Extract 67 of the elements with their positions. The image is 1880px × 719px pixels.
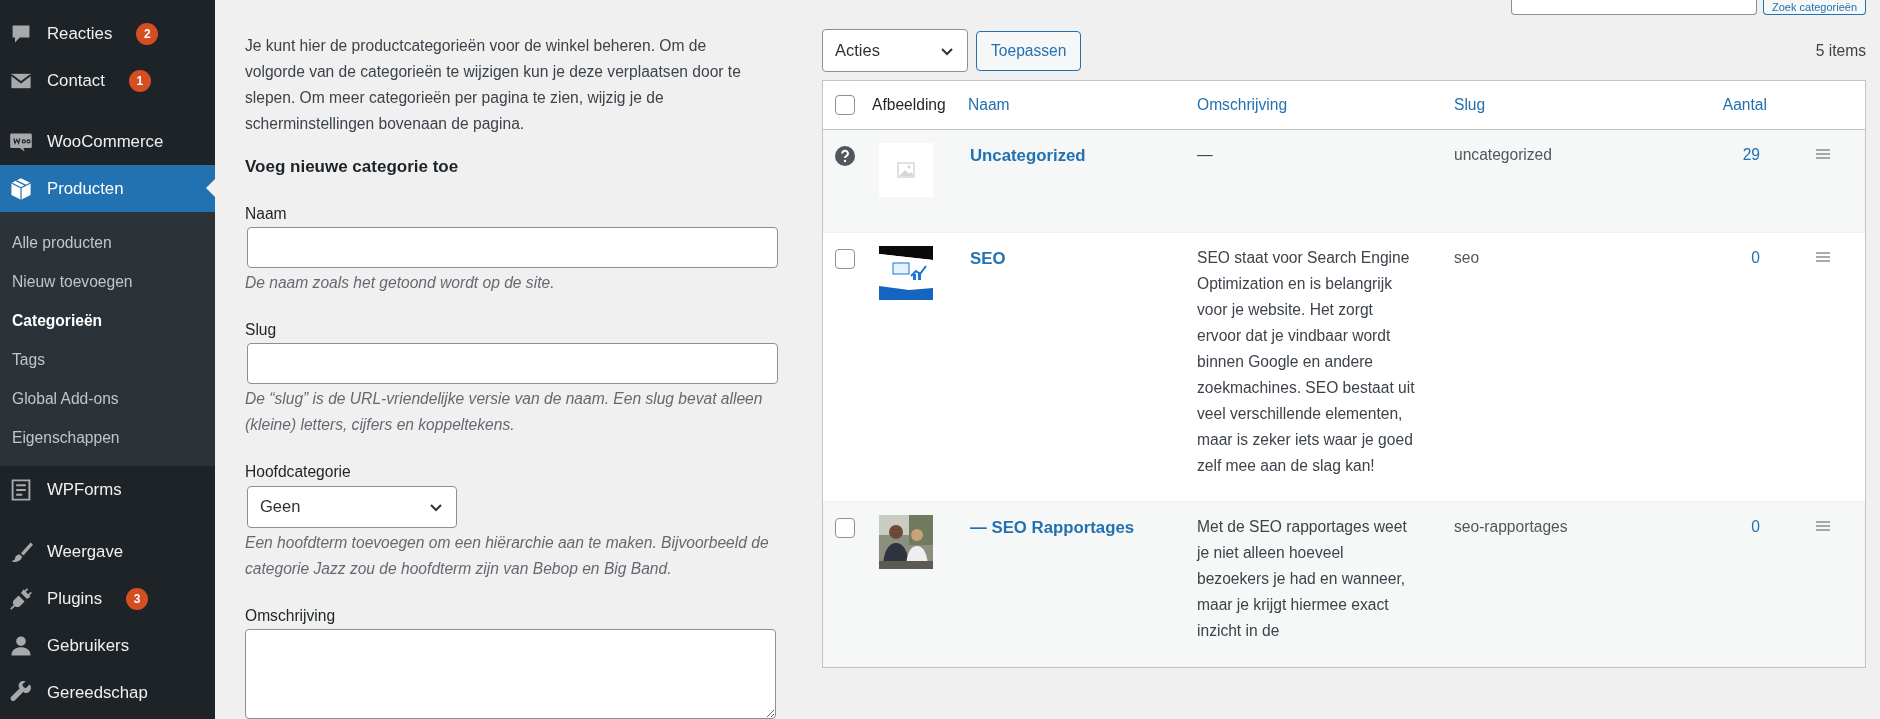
column-header-link[interactable]: Omschrijving: [1197, 93, 1454, 117]
category-name-link[interactable]: — SEO Rapportages: [970, 518, 1135, 537]
category-description: Met de SEO rapportages weet je niet alleen hoeveel bezoekers je had en wanneer, maar je krijgt hiermee exact inzicht in de: [1197, 517, 1408, 641]
section-heading: Voeg nieuwe categorie toe: [245, 156, 460, 178]
plug-icon: [9, 586, 33, 611]
row-checkbox[interactable]: [835, 249, 855, 269]
select-all-checkbox[interactable]: [835, 95, 855, 115]
category-description: SEO staat voor Search Engine Optimization en is belangrijk voor je website. Het zorgt ervoor dat je vindbaar wordt binnen Google en andere zoekmachines. SEO bestaat uit veel verschillende elementen, maar is zeker iets waar je goed zelf mee aan de slag kan!: [1197, 248, 1416, 476]
item-count: 5 items: [1815, 40, 1866, 61]
product-count-link[interactable]: 0: [1751, 249, 1760, 266]
column-header-link[interactable]: Aantal: [1690, 93, 1767, 117]
column-header-link[interactable]: Naam: [968, 93, 1197, 117]
sidebar-item[interactable]: Reacties 2: [0, 10, 215, 57]
category-name-link[interactable]: Uncategorized: [970, 146, 1086, 165]
field-label: Slug: [245, 319, 278, 340]
sidebar-item[interactable]: Gebruikers: [0, 622, 215, 669]
help-text: De “slug” is de URL-vriendelijke versie van de naam. Een slug bevat alleen (kleine) letters, cijfers en koppeltekens.: [245, 389, 764, 436]
field-label: Hoofdcategorie: [245, 462, 352, 483]
help-icon[interactable]: [835, 146, 855, 166]
column-header-link[interactable]: Slug: [1454, 93, 1690, 117]
textarea-field[interactable]: [245, 629, 776, 719]
submenu-item[interactable]: Tags: [0, 340, 215, 379]
intro-text: Je kunt hier de productcategorieën voor de winkel beheren. Om de volgorde van de categorieën te wijzigen kun je deze verplaatsen door te slepen. Om meer categorieën per pagina te zien, wijzig je de scherminstellingen bovenaan de pagina.: [245, 36, 742, 134]
apply-button[interactable]: Toepassen: [976, 30, 1082, 71]
sidebar-item[interactable]: Gereedschap: [0, 669, 215, 716]
search-categories-button[interactable]: Zoek categorieën: [1763, 0, 1866, 15]
category-slug: seo-rapportages: [1454, 518, 1568, 535]
notification-badge: 1: [128, 69, 151, 92]
current-marker-icon: [206, 179, 215, 197]
category-description: —: [1197, 145, 1214, 165]
search-field[interactable]: [1511, 0, 1757, 15]
category-name-link[interactable]: SEO: [970, 249, 1006, 268]
submenu-item[interactable]: Categorieën: [0, 301, 215, 340]
category-slug: seo: [1454, 249, 1480, 266]
submenu-item[interactable]: Alle producten: [0, 223, 215, 262]
notification-badge: 3: [126, 587, 149, 610]
input-field[interactable]: [247, 343, 778, 385]
category-slug: uncategorized: [1454, 146, 1552, 163]
field-label: Omschrijving: [245, 605, 337, 626]
submenu-item[interactable]: Global Add-ons: [0, 379, 215, 418]
product-count-link[interactable]: 0: [1751, 518, 1760, 535]
drag-handle-icon[interactable]: [1816, 252, 1830, 262]
sidebar-item[interactable]: WooCommerce: [0, 118, 215, 165]
column-header: Afbeelding: [872, 95, 947, 116]
sidebar-item[interactable]: Weergave: [0, 528, 215, 575]
sidebar-item[interactable]: WPForms: [0, 466, 215, 513]
drag-handle-icon[interactable]: [1816, 521, 1830, 531]
sidebar-item[interactable]: Contact 1: [0, 57, 215, 104]
submenu-item[interactable]: Eigenschappen: [0, 418, 215, 457]
product-count-link[interactable]: 29: [1742, 146, 1760, 163]
sidebar-item[interactable]: Producten: [0, 165, 215, 212]
row-checkbox[interactable]: [835, 518, 855, 538]
parent-select[interactable]: Geen: [247, 485, 457, 528]
field-label: Naam: [245, 203, 288, 224]
form-icon: [9, 477, 33, 502]
submenu-item[interactable]: Nieuw toevoegen: [0, 262, 215, 301]
sidebar-item[interactable]: Plugins 3: [0, 575, 215, 622]
input-field[interactable]: [247, 226, 778, 268]
notification-badge: 2: [136, 22, 159, 45]
image-placeholder-icon: [879, 143, 933, 197]
help-text: De naam zoals het getoond wordt op de site.: [245, 272, 556, 293]
paintbrush-icon: [9, 539, 33, 564]
bulk-actions-select[interactable]: Acties: [822, 29, 968, 72]
box-icon: [9, 176, 33, 201]
user-icon: [9, 633, 33, 658]
help-text: Een hoofdterm toevoegen om een hiërarchie aan te maken. Bijvoorbeeld de categorie Jazz zou de hoofdterm zijn van Bebop en Big Band.: [245, 532, 770, 579]
drag-handle-icon[interactable]: [1816, 149, 1830, 159]
